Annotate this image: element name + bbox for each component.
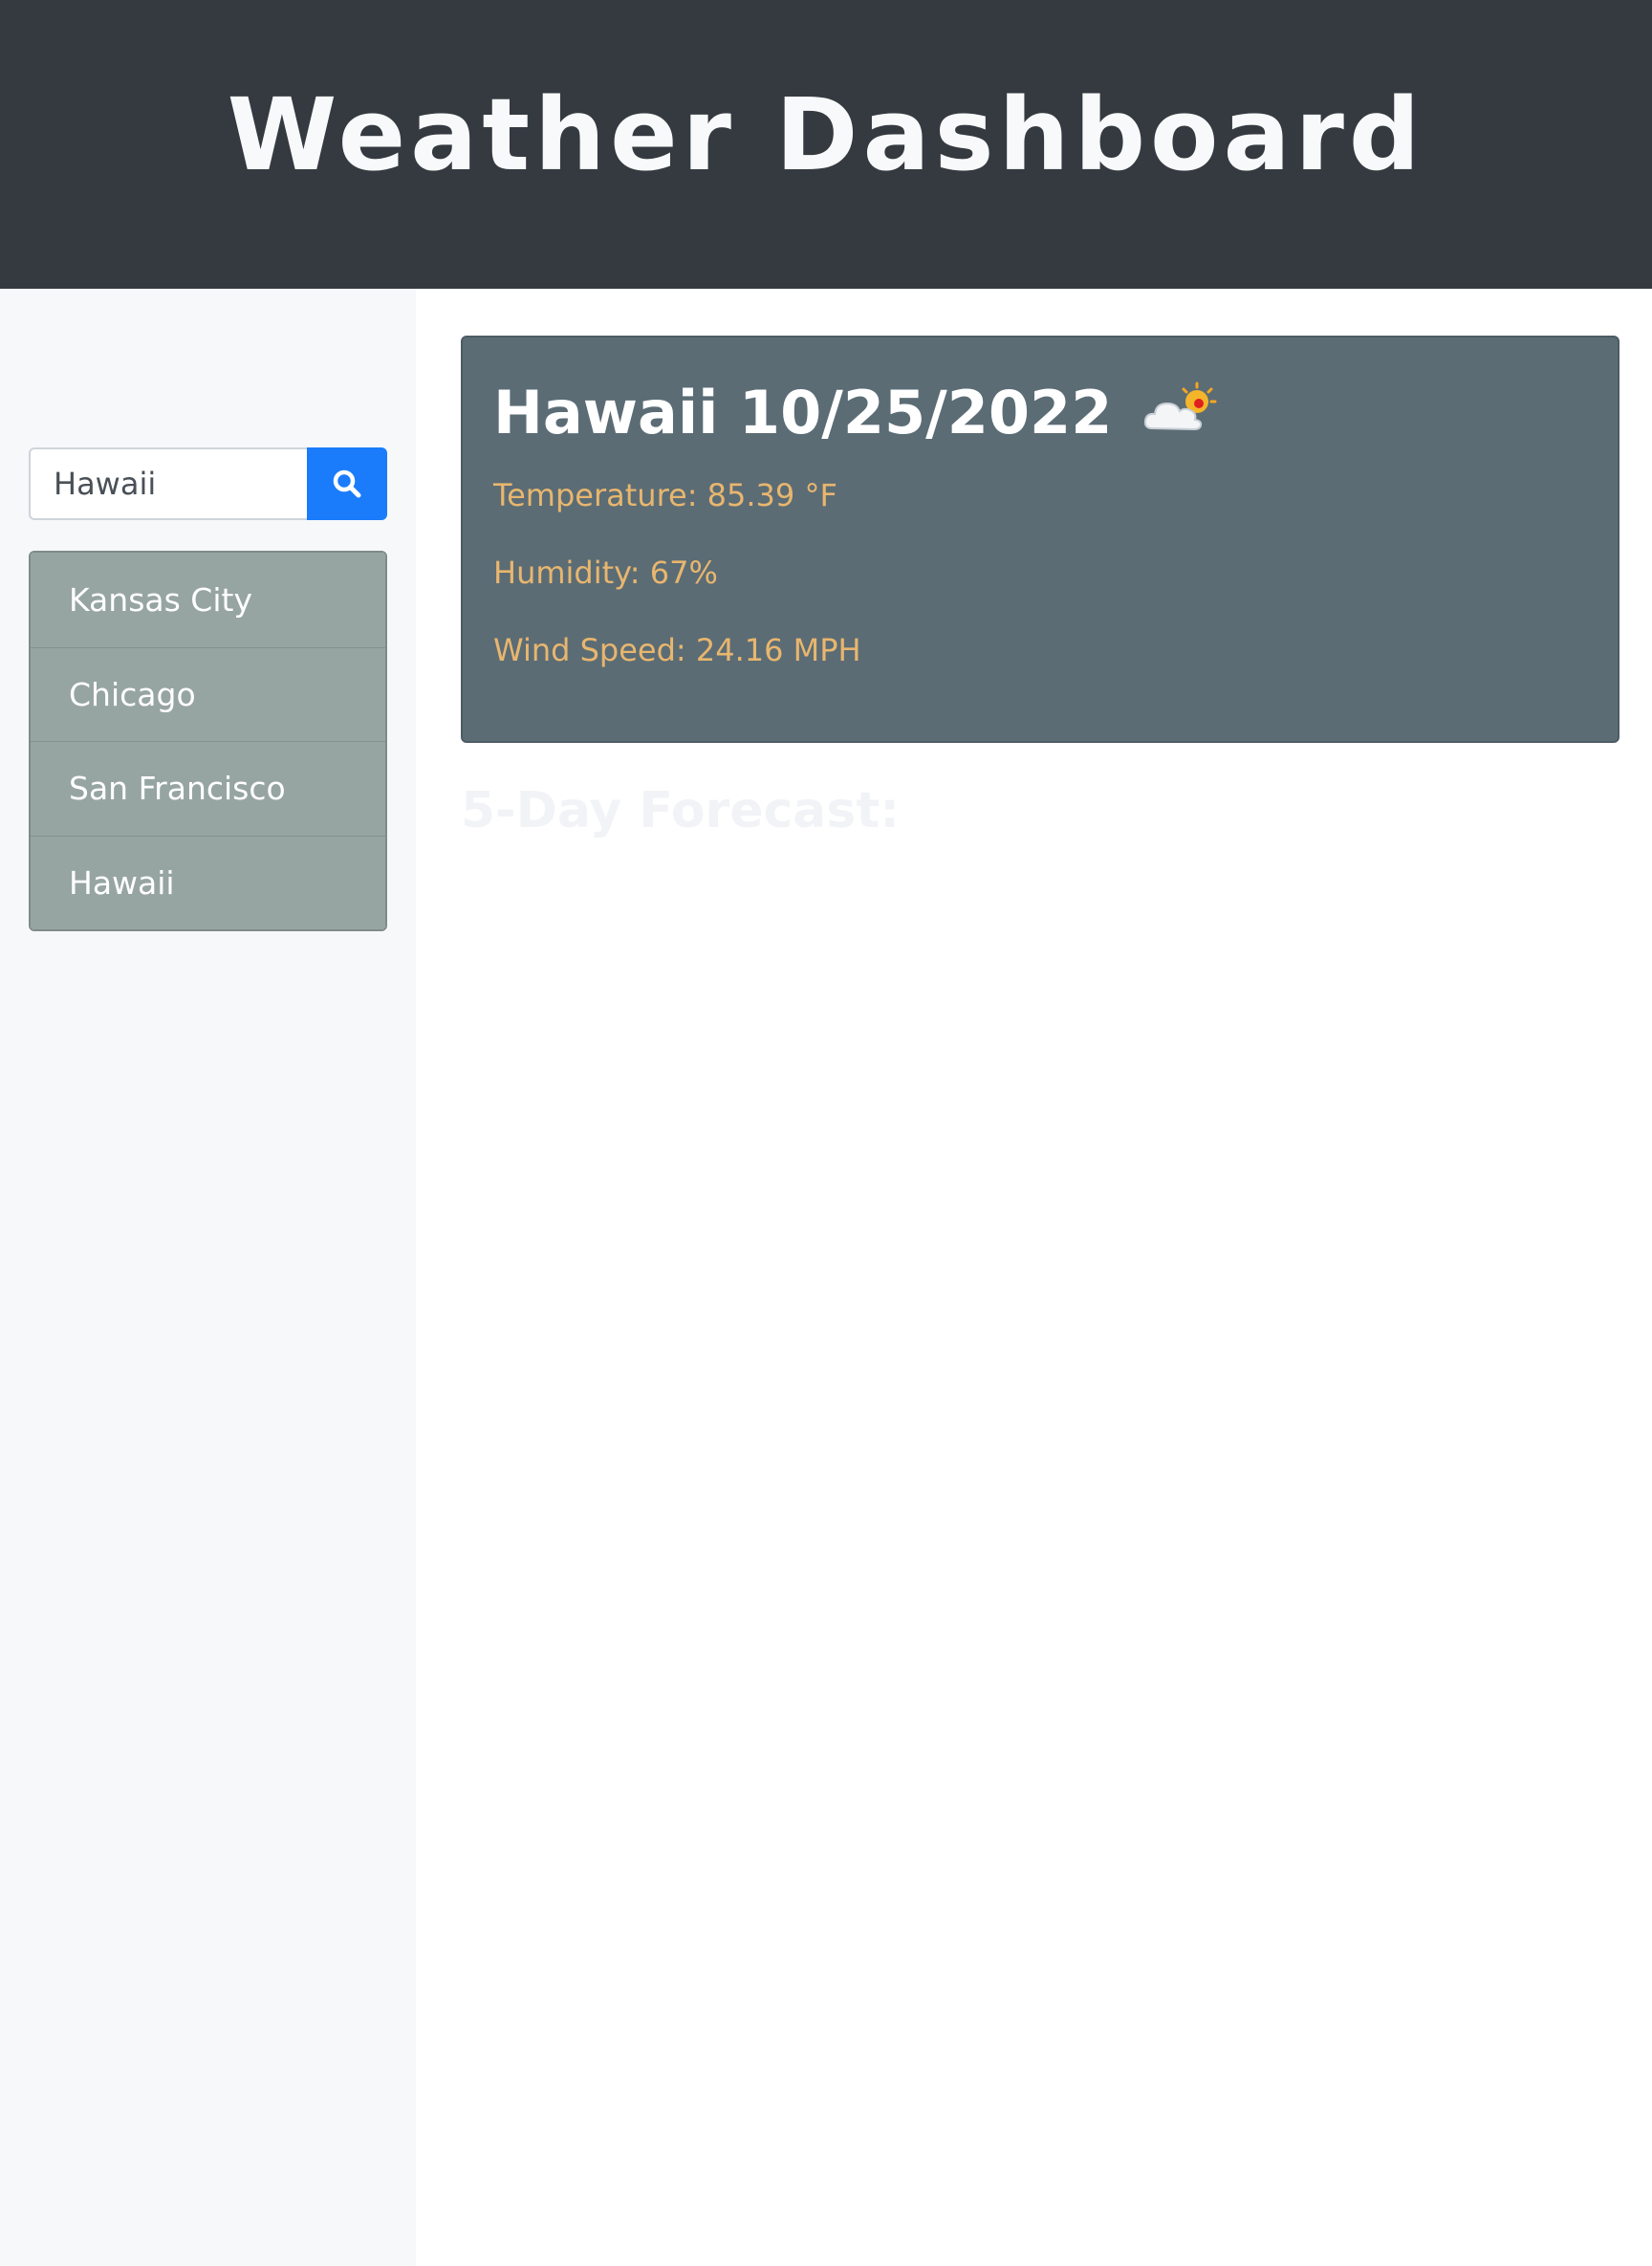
current-city-date: Hawaii 10/25/2022	[493, 377, 1113, 447]
sidebar: Kansas City Chicago San Francisco Hawaii	[0, 289, 416, 2266]
wind-speed-text: Wind Speed: 24.16 MPH	[493, 632, 861, 668]
search-button[interactable]	[307, 447, 387, 520]
search-form	[29, 447, 387, 520]
current-weather-card: Hawaii 10/25/2022 Temperature: 85.39 °F …	[461, 336, 1619, 743]
humidity-text: Humidity: 67%	[493, 555, 718, 591]
history-item-chicago[interactable]: Chicago	[31, 646, 385, 741]
history-item-label: Kansas City	[69, 580, 252, 619]
history-item-label: San Francisco	[69, 770, 286, 808]
history-item-hawaii[interactable]: Hawaii	[31, 835, 385, 929]
history-item-label: Hawaii	[69, 863, 175, 902]
page-title: Weather Dashboard	[227, 76, 1425, 193]
history-item-kansas-city[interactable]: Kansas City	[31, 553, 385, 647]
forecast-heading: 5-Day Forecast:	[461, 782, 900, 839]
search-history-list: Kansas City Chicago San Francisco Hawaii	[29, 551, 387, 931]
history-item-label: Chicago	[69, 675, 196, 713]
partly-cloudy-icon	[1144, 381, 1217, 431]
page-header: Weather Dashboard	[0, 0, 1652, 289]
search-icon	[333, 469, 361, 498]
current-weather-header: Hawaii 10/25/2022	[493, 374, 1587, 450]
temperature-text: Temperature: 85.39 °F	[493, 477, 837, 513]
city-search-input[interactable]	[29, 447, 307, 520]
history-item-san-francisco[interactable]: San Francisco	[31, 741, 385, 836]
